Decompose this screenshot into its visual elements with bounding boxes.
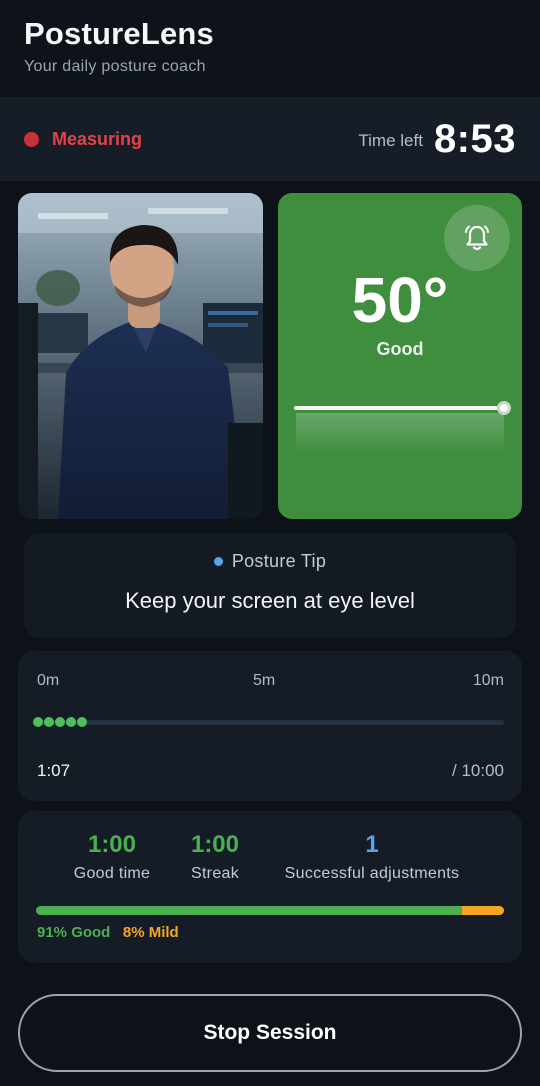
stop-session-button[interactable]: Stop Session	[18, 994, 522, 1072]
tip-dot-icon	[213, 557, 223, 566]
timeline-progress-dot	[44, 717, 54, 727]
timeline-progress-dot	[77, 717, 87, 727]
app-subtitle: Your daily posture coach	[24, 58, 206, 75]
streak-label: Streak	[190, 865, 240, 882]
session-stats-card: 1:00 Good time 1:00 Streak 1 Successful …	[18, 811, 522, 963]
posture-angle-value: 50°	[351, 264, 449, 336]
adjustments-label: Successful adjustments	[284, 865, 460, 882]
streak-value: 1:00	[190, 831, 240, 858]
camera-feed-image	[18, 193, 263, 519]
camera-preview	[18, 193, 263, 519]
timeline-total: / 10:00	[452, 761, 504, 780]
angle-gauge-track	[294, 406, 504, 410]
stat-good-time: 1:00 Good time	[70, 831, 154, 883]
session-status-bar: Measuring Time left 8:53	[0, 97, 540, 181]
recording-indicator-icon	[24, 131, 39, 147]
timeline-mid-label: 5m	[253, 672, 276, 689]
posture-angle-card: 50° Good	[278, 193, 522, 519]
stat-adjustments: 1 Successful adjustments	[276, 831, 468, 883]
time-left-label: Time left	[358, 131, 423, 150]
timeline-start-label: 0m	[37, 672, 60, 689]
distribution-good-segment	[36, 906, 462, 915]
posture-angle-label: Good	[376, 339, 424, 359]
angle-gauge-thumb	[497, 401, 511, 415]
adjustments-value: 1	[365, 831, 379, 858]
timeline-progress-dot	[33, 717, 43, 727]
status-label: Measuring	[52, 128, 143, 149]
tip-heading: Posture Tip	[231, 551, 327, 571]
timeline-progress-dot	[66, 717, 76, 727]
app-title: PostureLens	[24, 16, 214, 51]
timeline-progress-dot	[55, 717, 65, 727]
app-header: PostureLens Your daily posture coach	[0, 0, 540, 97]
posture-distribution-bar	[36, 906, 504, 915]
tip-text: Keep your screen at eye level	[125, 588, 415, 613]
alert-toggle-button[interactable]	[444, 205, 510, 271]
stat-streak: 1:00 Streak	[182, 831, 248, 883]
timeline-track	[35, 720, 504, 725]
mild-percent-legend: 8% Mild	[122, 924, 179, 941]
distribution-mild-segment	[461, 906, 504, 915]
session-timeline-card: 0m 5m 10m 1:07 / 10:00	[18, 651, 522, 801]
posture-tip-card: Posture Tip Keep your screen at eye leve…	[24, 533, 516, 638]
distribution-legend: 91% Good 8% Mild	[37, 924, 179, 941]
timeline-elapsed: 1:07	[37, 761, 71, 780]
good-time-label: Good time	[73, 865, 151, 882]
angle-gauge-fade	[296, 413, 504, 453]
time-left-value: 8:53	[433, 116, 516, 161]
good-percent-legend: 91% Good	[37, 924, 111, 941]
timeline-end-label: 10m	[472, 672, 504, 689]
good-time-value: 1:00	[87, 831, 137, 858]
bell-icon	[465, 225, 489, 251]
